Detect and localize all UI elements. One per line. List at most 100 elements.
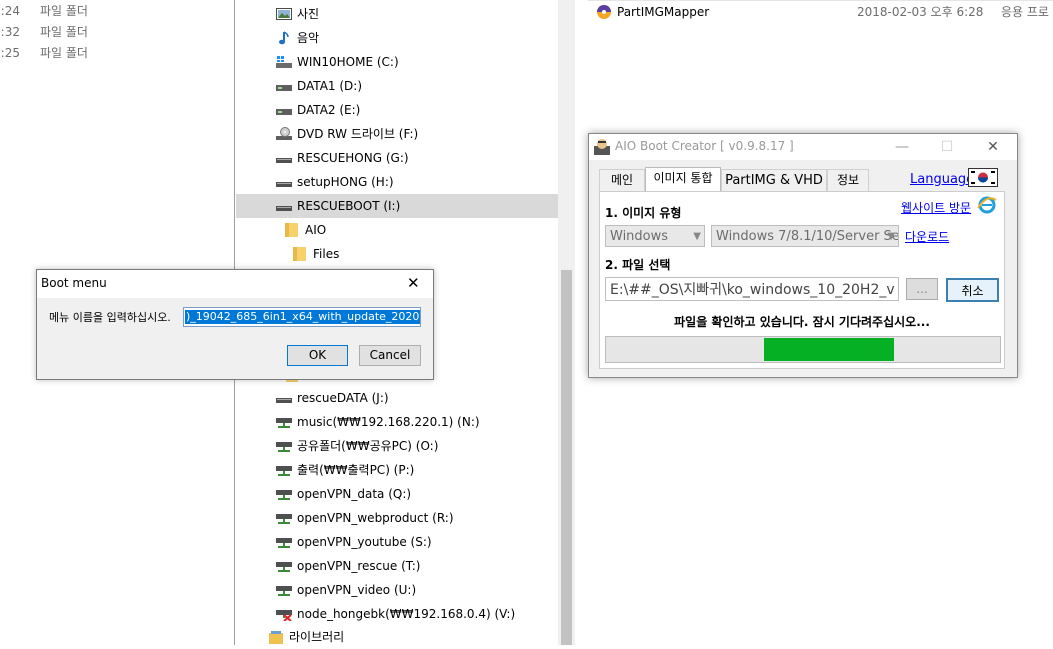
item-type: 파일 폴더 <box>40 4 88 18</box>
nav-item-drive-e[interactable]: DATA2 (E:) <box>236 98 558 122</box>
nav-item-label: AIO <box>305 223 327 237</box>
aio-boot-creator-window: AIO Boot Creator [ v0.9.8.17 ] — ☐ ✕ 메인 … <box>588 133 1018 378</box>
aio-app-icon <box>594 139 610 155</box>
nav-item-drive-h[interactable]: setupHONG (H:) <box>236 170 558 194</box>
nav-item-label: DATA2 (E:) <box>297 103 361 117</box>
browse-button[interactable]: ... <box>906 278 938 300</box>
nav-item-label: RESCUEBOOT (I:) <box>297 199 401 213</box>
nav-item-pictures[interactable]: 사진 <box>236 2 558 26</box>
modified-time: 2:24 <box>0 4 20 18</box>
item-type: 파일 폴더 <box>40 25 88 39</box>
nav-item-drive-t[interactable]: openVPN_rescue (T:) <box>236 554 558 578</box>
file-date: 2018-02-03 오후 6:28 <box>857 5 984 19</box>
nav-item-label: 출력(₩₩출력PC) (P:) <box>297 463 415 477</box>
section-image-type: 1. 이미지 유형 <box>605 206 682 220</box>
status-text: 파일을 확인하고 있습니다. 잠시 기다려주십시오... <box>674 315 930 329</box>
nav-item-drive-n[interactable]: music(₩₩192.168.220.1) (N:) <box>236 410 558 434</box>
drive-icon <box>276 85 292 91</box>
ok-button[interactable]: OK <box>287 345 348 366</box>
usb-drive-icon <box>276 206 292 211</box>
music-note-icon <box>279 31 289 45</box>
dialog-titlebar[interactable]: Boot menu ✕ <box>37 270 433 298</box>
file-path-input[interactable]: E:\##_OS\지빠귀\ko_windows_10_20H2_v <box>605 277 899 301</box>
nav-item-drive-j[interactable]: rescueDATA (J:) <box>236 386 558 410</box>
nav-item-drive-i[interactable]: RESCUEBOOT (I:) <box>236 194 558 218</box>
nav-item-libraries[interactable]: 라이브러리 <box>236 625 558 649</box>
file-name: PartIMGMapper <box>617 5 710 19</box>
os-type-select[interactable]: Windows ▼ <box>605 225 705 247</box>
usb-drive-icon <box>276 158 292 163</box>
nav-item-drive-q[interactable]: openVPN_data (Q:) <box>236 482 558 506</box>
nav-item-label: 사진 <box>297 7 320 21</box>
nav-item-drive-p[interactable]: 출력(₩₩출력PC) (P:) <box>236 458 558 482</box>
nav-item-label: rescueDATA (J:) <box>297 391 389 405</box>
network-drive-icon <box>276 442 292 452</box>
nav-item-folder-files[interactable]: Files <box>236 242 558 266</box>
dialog-prompt: 메뉴 이름을 입력하십시오. <box>49 311 171 324</box>
folder-icon <box>285 223 298 237</box>
nav-item-drive-c[interactable]: WIN10HOME (C:) <box>236 50 558 74</box>
nav-item-drive-s[interactable]: openVPN_youtube (S:) <box>236 530 558 554</box>
chevron-down-icon: ▼ <box>693 231 701 242</box>
tab-info[interactable]: 정보 <box>827 169 869 191</box>
download-link[interactable]: 다운로드 <box>905 228 949 245</box>
os-version-value: Windows 7/8.1/10/Server Se <box>716 229 899 244</box>
nav-item-label: 라이브러리 <box>289 630 345 644</box>
chevron-down-icon: ▼ <box>887 231 895 242</box>
nav-item-drive-f[interactable]: DVD RW 드라이브 (F:) <box>236 122 558 146</box>
nav-item-drive-g[interactable]: RESCUEHONG (G:) <box>236 146 558 170</box>
menu-name-input[interactable]: )_19042_685_6in1_x64_with_update_2020120… <box>183 307 421 327</box>
window-titlebar[interactable]: AIO Boot Creator [ v0.9.8.17 ] — ☐ ✕ <box>589 134 1017 160</box>
website-link[interactable]: 웹사이트 방문 <box>901 199 971 216</box>
modified-time: 2:25 <box>0 46 20 60</box>
pictures-icon <box>276 8 292 20</box>
nav-item-drive-v[interactable]: node_hongebk(₩₩192.168.0.4) (V:) <box>236 602 558 626</box>
cancel-dialog-button[interactable]: Cancel <box>359 345 421 366</box>
close-button[interactable]: ✕ <box>982 137 1004 157</box>
nav-item-drive-o[interactable]: 공유폴더(₩₩공유PC) (O:) <box>236 434 558 458</box>
item-type: 파일 폴더 <box>40 46 88 60</box>
folder-icon <box>293 247 306 261</box>
maximize-button[interactable]: ☐ <box>936 137 958 157</box>
tab-image-integration[interactable]: 이미지 통합 <box>645 167 721 192</box>
nav-item-folder-aio[interactable]: AIO <box>236 218 558 242</box>
nav-item-label: RESCUEHONG (G:) <box>297 151 409 165</box>
language-link[interactable]: Language <box>910 172 974 187</box>
menu-name-value: )_19042_685_6in1_x64_with_update_2020120… <box>185 310 420 324</box>
divider <box>588 0 1053 1</box>
cancel-button[interactable]: 취소 <box>946 278 999 302</box>
nav-item-label: openVPN_video (U:) <box>297 583 417 597</box>
nav-item-label: DATA1 (D:) <box>297 79 363 93</box>
drive-icon <box>276 109 292 115</box>
nav-item-label: Files <box>313 247 340 261</box>
nav-item-label: music(₩₩192.168.220.1) (N:) <box>297 415 480 429</box>
file-path-value: E:\##_OS\지빠귀\ko_windows_10_20H2_v <box>610 282 895 298</box>
nav-item-label: setupHONG (H:) <box>297 175 394 189</box>
nav-item-label: openVPN_rescue (T:) <box>297 559 421 573</box>
network-drive-icon <box>276 538 292 548</box>
nav-item-drive-d[interactable]: DATA1 (D:) <box>236 74 558 98</box>
nav-item-drive-u[interactable]: openVPN_video (U:) <box>236 578 558 602</box>
nav-item-music[interactable]: 음악 <box>236 26 558 50</box>
network-drive-icon <box>276 418 292 428</box>
dvd-drive-icon <box>276 127 292 140</box>
progress-bar-fill <box>764 338 894 361</box>
ie-icon[interactable] <box>976 196 998 214</box>
usb-drive-icon <box>276 182 292 187</box>
tab-partimg-vhd[interactable]: PartIMG & VHD <box>721 169 827 191</box>
os-type-value: Windows <box>610 229 669 244</box>
os-version-select[interactable]: Windows 7/8.1/10/Server Se ▼ <box>711 225 899 247</box>
nav-scrollbar-thumb[interactable] <box>561 270 572 645</box>
nav-item-label: 음악 <box>297 31 320 45</box>
network-drive-icon <box>276 490 292 500</box>
nav-item-label: openVPN_youtube (S:) <box>297 535 432 549</box>
section-file-select: 2. 파일 선택 <box>605 258 671 272</box>
nav-item-label: node_hongebk(₩₩192.168.0.4) (V:) <box>297 607 516 621</box>
dialog-close-button[interactable]: ✕ <box>407 274 420 292</box>
library-icon <box>269 631 283 644</box>
nav-item-label: DVD RW 드라이브 (F:) <box>297 127 419 141</box>
korea-flag-icon[interactable] <box>968 168 998 187</box>
nav-item-drive-r[interactable]: openVPN_webproduct (R:) <box>236 506 558 530</box>
tab-main[interactable]: 메인 <box>599 169 645 191</box>
minimize-button[interactable]: — <box>891 137 913 157</box>
